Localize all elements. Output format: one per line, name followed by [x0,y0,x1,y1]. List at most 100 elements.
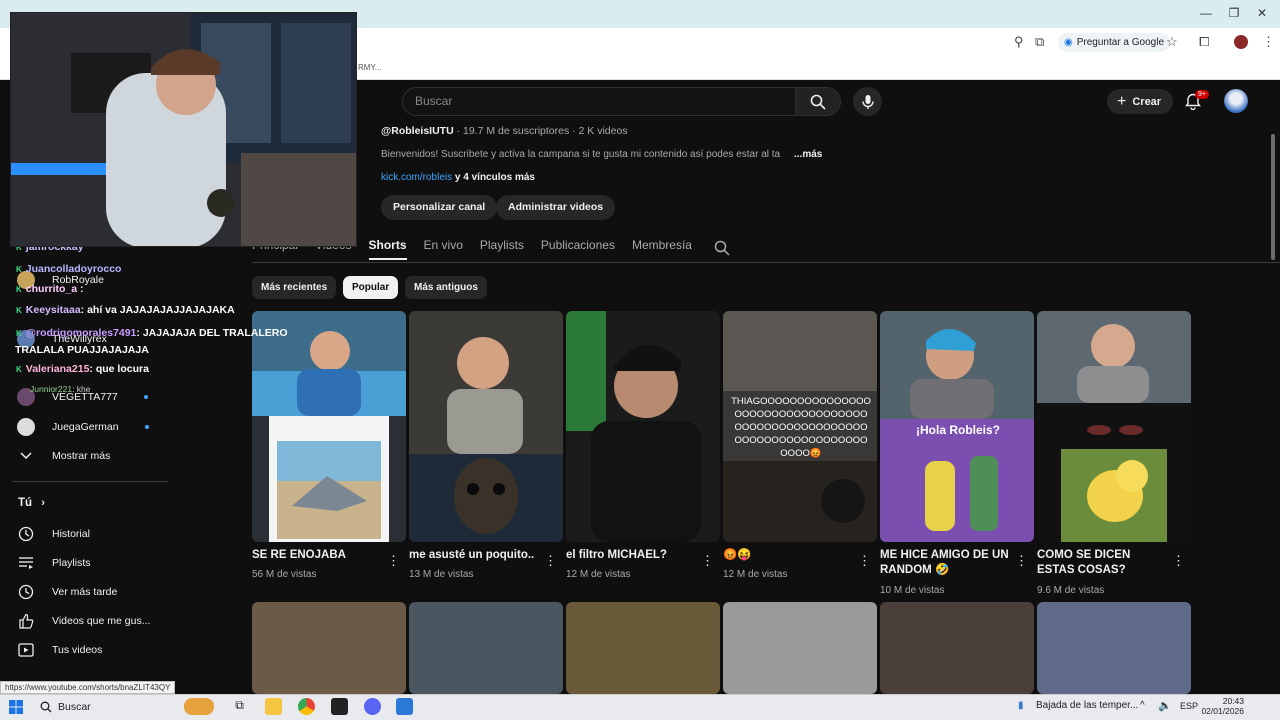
short-thumbnail[interactable] [1037,311,1191,542]
short-thumbnail[interactable] [409,602,563,694]
sidebar-item-label: Tus videos [52,644,103,656]
bookmark-star-icon[interactable]: ☆ [1166,34,1178,50]
webcam-overlay [10,12,357,247]
sidebar-show-more[interactable]: Mostrar más [0,442,170,470]
sidebar-item-watch-later[interactable]: Ver más tarde [0,578,170,606]
ask-google-label: Preguntar a Google [1076,37,1165,48]
taskbar-weather[interactable]: Bajada de las temper... [1036,700,1138,711]
discord-icon[interactable] [364,698,381,715]
short-views: 9.6 M de vistas [1037,585,1105,596]
browser-profile-icon[interactable] [1234,35,1248,49]
channel-handle: @RobleisIUTU [381,125,454,137]
tabs-divider [252,262,1280,263]
extensions-icon[interactable]: ⧠ [1199,34,1209,50]
windows-start-icon[interactable] [9,700,23,714]
more-options-icon[interactable]: ⋮ [544,553,557,569]
bookmark-item[interactable]: RMY... [358,63,381,72]
epic-games-icon[interactable] [331,698,348,715]
sidebar-item-liked-videos[interactable]: Videos que me gus... [0,607,170,635]
chat-message: K @rodrigomorales7491: JAJAJAJA DEL TRALA… [15,325,305,359]
channel-link[interactable]: kick.com/robleis [381,172,452,183]
short-views: 13 M de vistas [409,569,474,580]
sidebar-you-section[interactable]: Tú › [18,497,45,509]
tab-en-vivo[interactable]: En vivo [424,238,463,260]
short-thumbnail[interactable]: THIAGOOOOOOOOOOOOOOOOOOOOOOOOOOOOOOOOOOO… [723,311,877,542]
ask-google-button[interactable]: ◉ Preguntar a Google [1058,33,1171,52]
chevron-down-icon [20,452,32,460]
chat-text: : khe [72,384,91,394]
tab-shorts[interactable]: Shorts [368,238,407,260]
search-icon [810,94,826,110]
short-views: 12 M de vistas [566,569,631,580]
chip-most-recent[interactable]: Más recientes [252,276,337,299]
short-thumbnail[interactable] [1037,602,1191,694]
chrome-icon[interactable] [298,698,315,715]
chat-username: Juancolladoyrocco [25,263,122,275]
tab-playlists[interactable]: Playlists [480,238,524,260]
channel-handle-line: @RobleisIUTU · 19.7 M de suscriptores · … [381,125,628,137]
manage-videos-button[interactable]: Administrar videos [496,195,616,220]
create-button[interactable]: + Crear [1107,89,1174,114]
zoom-icon[interactable]: ⚲ [1014,34,1024,50]
sidebar-item-history[interactable]: Historial [0,520,170,548]
browser-menu-icon[interactable]: ⋮ [1262,34,1275,50]
cast-icon[interactable]: ⧉ [1035,34,1044,50]
sidebar-item-your-videos[interactable]: Tus videos [0,636,170,664]
tab-membresia[interactable]: Membresía [632,238,692,260]
sidebar-sub-juegagerman[interactable]: JuegaGerman [0,413,170,441]
channel-description-more[interactable]: ...más [794,149,822,160]
thumbnail-overlay-text: ¡Hola Robleis? [916,423,1001,437]
sidebar-item-playlists[interactable]: Playlists [0,549,170,577]
more-options-icon[interactable]: ⋮ [858,553,871,569]
channel-search-icon[interactable] [714,240,730,256]
more-options-icon[interactable]: ⋮ [1015,553,1028,569]
search-button[interactable] [795,87,841,116]
volume-icon[interactable]: 🔈 [1158,699,1172,712]
short-thumbnail[interactable] [880,602,1034,694]
customize-channel-button[interactable]: Personalizar canal [381,195,498,220]
app-icon[interactable] [396,698,413,715]
file-explorer-icon[interactable] [265,698,282,715]
search-input[interactable]: Buscar [402,87,796,116]
taskbar-date: 02/01/2026 [1201,706,1244,716]
chat-message: K Valeriana215: que locura [15,363,149,375]
more-options-icon[interactable]: ⋮ [1172,553,1185,569]
short-thumbnail[interactable] [566,602,720,694]
short-title[interactable]: ME HICE AMIGO DE UN RANDOM 🤣 [880,548,1010,578]
taskbar-time: 20:43 [1222,696,1244,706]
short-title[interactable]: el filtro MICHAEL? [566,548,696,563]
short-thumbnail[interactable] [252,602,406,694]
short-title[interactable]: COMO SE DICEN ESTAS COSAS? [1037,548,1167,578]
short-thumbnail[interactable] [566,311,720,542]
short-thumbnail[interactable] [409,311,563,542]
short-thumbnail[interactable] [723,602,877,694]
short-title[interactable]: 😡😝 [723,548,853,563]
more-options-icon[interactable]: ⋮ [701,553,714,569]
account-avatar[interactable] [1224,89,1248,113]
sidebar-divider [12,481,168,482]
short-title[interactable]: SE RE ENOJABA [252,548,382,563]
close-icon[interactable]: ✕ [1252,6,1272,20]
taskbar-search[interactable]: Buscar [34,697,184,717]
channel-avatar [17,418,35,436]
restore-icon[interactable]: ❐ [1224,6,1244,20]
short-title[interactable]: me asusté un poquito.. [409,548,539,563]
minimize-icon[interactable]: — [1196,6,1216,20]
sidebar-item-label: Videos que me gus... [52,615,151,627]
channel-description[interactable]: Bienvenidos! Suscribete y activa la camp… [381,149,821,160]
chip-oldest[interactable]: Más antiguos [405,276,487,299]
short-thumbnail-image [409,311,563,542]
task-view-icon[interactable]: ⧉ [231,698,248,715]
tray-chevron-icon[interactable]: ^ [1140,700,1145,711]
taskbar-widget-icon[interactable] [184,698,214,715]
taskbar-language[interactable]: ESP [1180,701,1198,711]
taskbar-clock[interactable]: 20:43 02/01/2026 [1200,696,1244,716]
channel-links-more[interactable]: y 4 vínculos más [452,172,535,183]
tab-publicaciones[interactable]: Publicaciones [541,238,615,260]
page-scrollbar[interactable] [1271,134,1275,260]
chip-popular[interactable]: Popular [343,276,399,299]
you-section-title: Tú [18,497,33,509]
more-options-icon[interactable]: ⋮ [387,553,400,569]
voice-search-button[interactable] [853,87,882,116]
short-thumbnail[interactable]: ¡Hola Robleis? [880,311,1034,542]
